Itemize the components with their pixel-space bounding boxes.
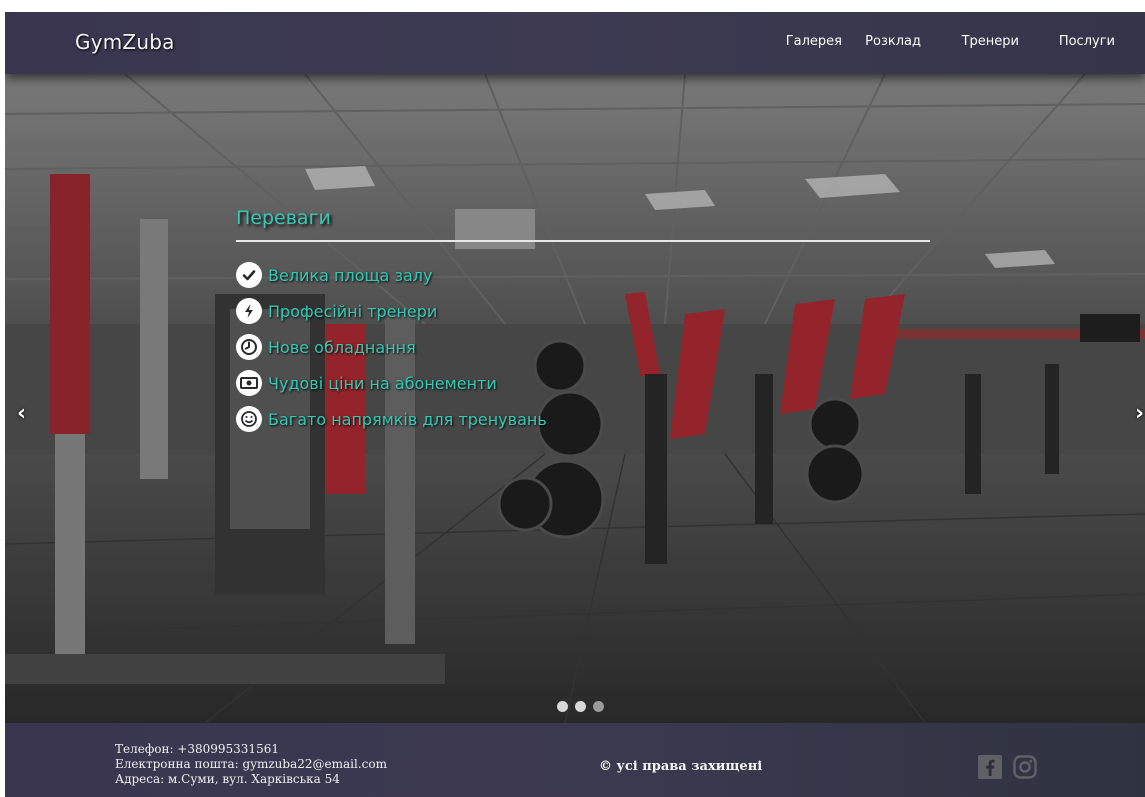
carousel-next-arrow[interactable]: › [1135, 401, 1144, 426]
carousel-dot-3[interactable] [593, 701, 604, 712]
email-text: Електронна пошта: gymzuba22@email.com [115, 757, 387, 771]
list-item: Чудові ціни на абонементи [236, 365, 547, 401]
gym-background-image [5, 74, 1145, 723]
hero-carousel: Переваги Велика площа залу Професійні тр… [5, 74, 1145, 723]
advantage-label: Чудові ціни на абонементи [268, 373, 497, 393]
smile-icon [236, 406, 262, 432]
copyright-text: © усі права захищені [599, 759, 763, 774]
lightning-icon [236, 298, 262, 324]
list-item: Професійні тренери [236, 293, 547, 329]
list-item: Велика площа залу [236, 257, 547, 293]
nav-item-trainers[interactable]: Тренери [962, 34, 1019, 49]
instagram-icon[interactable] [1013, 755, 1037, 779]
advantages-panel: Переваги Велика площа залу Професійні тр… [236, 207, 930, 432]
checkmark-icon [236, 262, 262, 288]
advantage-label: Багато напрямків для тренувань [268, 409, 547, 429]
clock-icon [236, 334, 262, 360]
header: GymZuba Галерея Розклад Тренери Послуги [5, 12, 1145, 74]
address-text: Адреса: м.Суми, вул. Харківська 54 [115, 772, 340, 786]
contact-info: Телефон: +380995331561 Електронна пошта:… [115, 742, 387, 787]
advantage-label: Велика площа залу [268, 265, 433, 285]
nav-item-schedule[interactable]: Розклад [865, 34, 921, 49]
advantage-label: Професійні тренери [268, 301, 438, 321]
list-item: Нове обладнання [236, 329, 547, 365]
money-icon [236, 370, 262, 396]
phone-text: Телефон: +380995331561 [115, 742, 279, 756]
facebook-icon[interactable] [978, 755, 1002, 779]
advantages-list: Велика площа залу Професійні тренери Нов… [236, 257, 547, 437]
nav-item-gallery[interactable]: Галерея [786, 34, 842, 49]
page-frame: GymZuba Галерея Розклад Тренери Послуги [5, 12, 1145, 797]
carousel-dot-2[interactable] [575, 701, 586, 712]
advantage-label: Нове обладнання [268, 337, 416, 357]
advantages-title: Переваги [236, 207, 331, 229]
nav-item-services[interactable]: Послуги [1059, 34, 1115, 49]
logo[interactable]: GymZuba [75, 30, 175, 54]
carousel-prev-arrow[interactable]: ‹ [17, 401, 26, 426]
carousel-dot-1[interactable] [557, 701, 568, 712]
list-item: Багато напрямків для тренувань [236, 401, 547, 437]
divider [236, 240, 930, 242]
footer: Телефон: +380995331561 Електронна пошта:… [5, 723, 1145, 797]
